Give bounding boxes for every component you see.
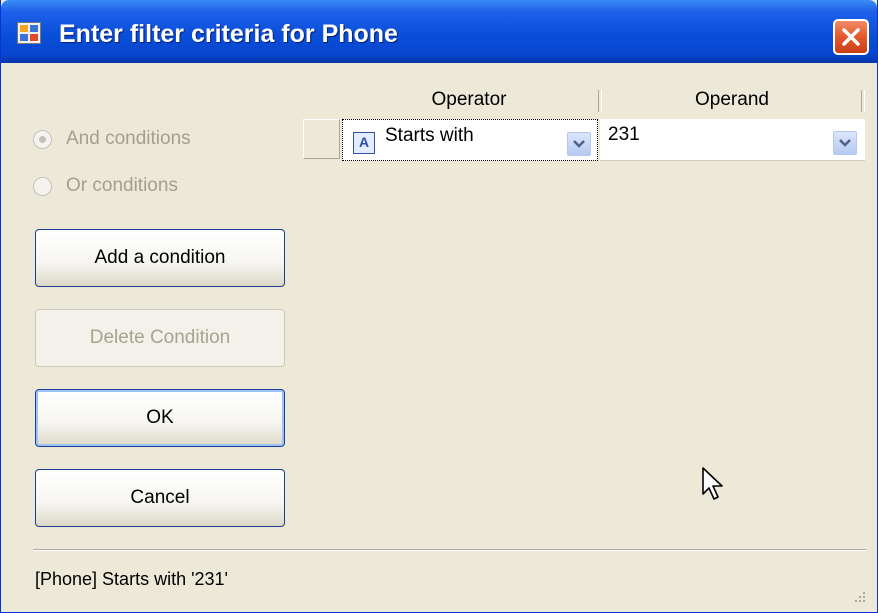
column-divider[interactable] xyxy=(861,90,865,112)
and-conditions-radio[interactable]: And conditions xyxy=(33,127,191,151)
operand-dropdown-button[interactable] xyxy=(833,131,857,155)
title-bar[interactable]: Enter filter criteria for Phone xyxy=(1,0,877,63)
operand-value: 231 xyxy=(608,124,640,145)
status-divider xyxy=(33,549,866,551)
add-condition-button[interactable]: Add a condition xyxy=(35,229,285,287)
or-conditions-radio[interactable]: Or conditions xyxy=(33,174,178,198)
operator-dropdown-button[interactable] xyxy=(567,132,591,156)
text-type-icon: A xyxy=(353,132,375,154)
close-button[interactable] xyxy=(833,19,869,55)
delete-condition-button[interactable]: Delete Condition xyxy=(35,309,285,367)
close-icon xyxy=(842,28,860,46)
or-conditions-label: Or conditions xyxy=(66,175,178,196)
radio-circle-icon xyxy=(33,176,52,196)
grid-header: Operator Operand xyxy=(303,85,865,119)
dialog-client-area: And conditions Or conditions Add a condi… xyxy=(7,63,871,607)
cancel-button[interactable]: Cancel xyxy=(35,469,285,527)
operator-column-header[interactable]: Operator xyxy=(341,89,597,111)
mouse-cursor-icon xyxy=(701,466,727,507)
operator-value: Starts with xyxy=(385,125,474,146)
table-row: A Starts with 231 xyxy=(303,119,865,161)
operator-cell[interactable]: A Starts with xyxy=(342,119,598,161)
radio-circle-icon xyxy=(33,129,52,149)
ok-button[interactable]: OK xyxy=(35,389,285,447)
filter-expression-text: [Phone] Starts with '231' xyxy=(35,569,228,589)
operand-column-header[interactable]: Operand xyxy=(601,89,863,111)
resize-grip-icon[interactable] xyxy=(853,590,867,604)
status-bar: [Phone] Starts with '231' xyxy=(33,553,866,603)
window-title: Enter filter criteria for Phone xyxy=(59,20,398,48)
app-icon xyxy=(17,22,41,44)
chevron-down-icon xyxy=(839,139,851,147)
chevron-down-icon xyxy=(573,140,585,148)
filter-dialog: Enter filter criteria for Phone And cond… xyxy=(0,0,878,613)
row-header[interactable] xyxy=(303,119,340,159)
operand-cell[interactable]: 231 xyxy=(600,119,865,161)
and-conditions-label: And conditions xyxy=(66,128,191,149)
